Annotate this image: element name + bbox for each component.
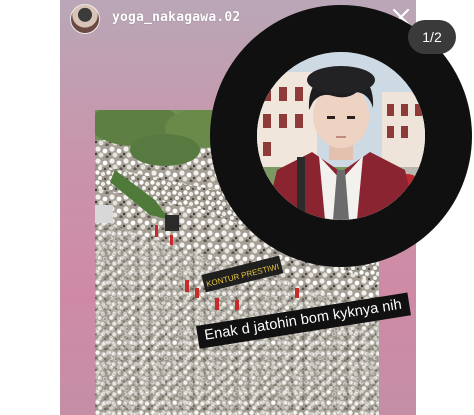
avatar[interactable] (70, 4, 100, 34)
profile-photo-image (257, 52, 425, 220)
story-username[interactable]: yoga_nakagawa.02 (112, 10, 240, 25)
profile-circle-photo (257, 52, 425, 220)
page-counter: 1/2 (408, 20, 456, 54)
screenshot-stage: yoga_nakagawa.02 5m (0, 0, 474, 415)
